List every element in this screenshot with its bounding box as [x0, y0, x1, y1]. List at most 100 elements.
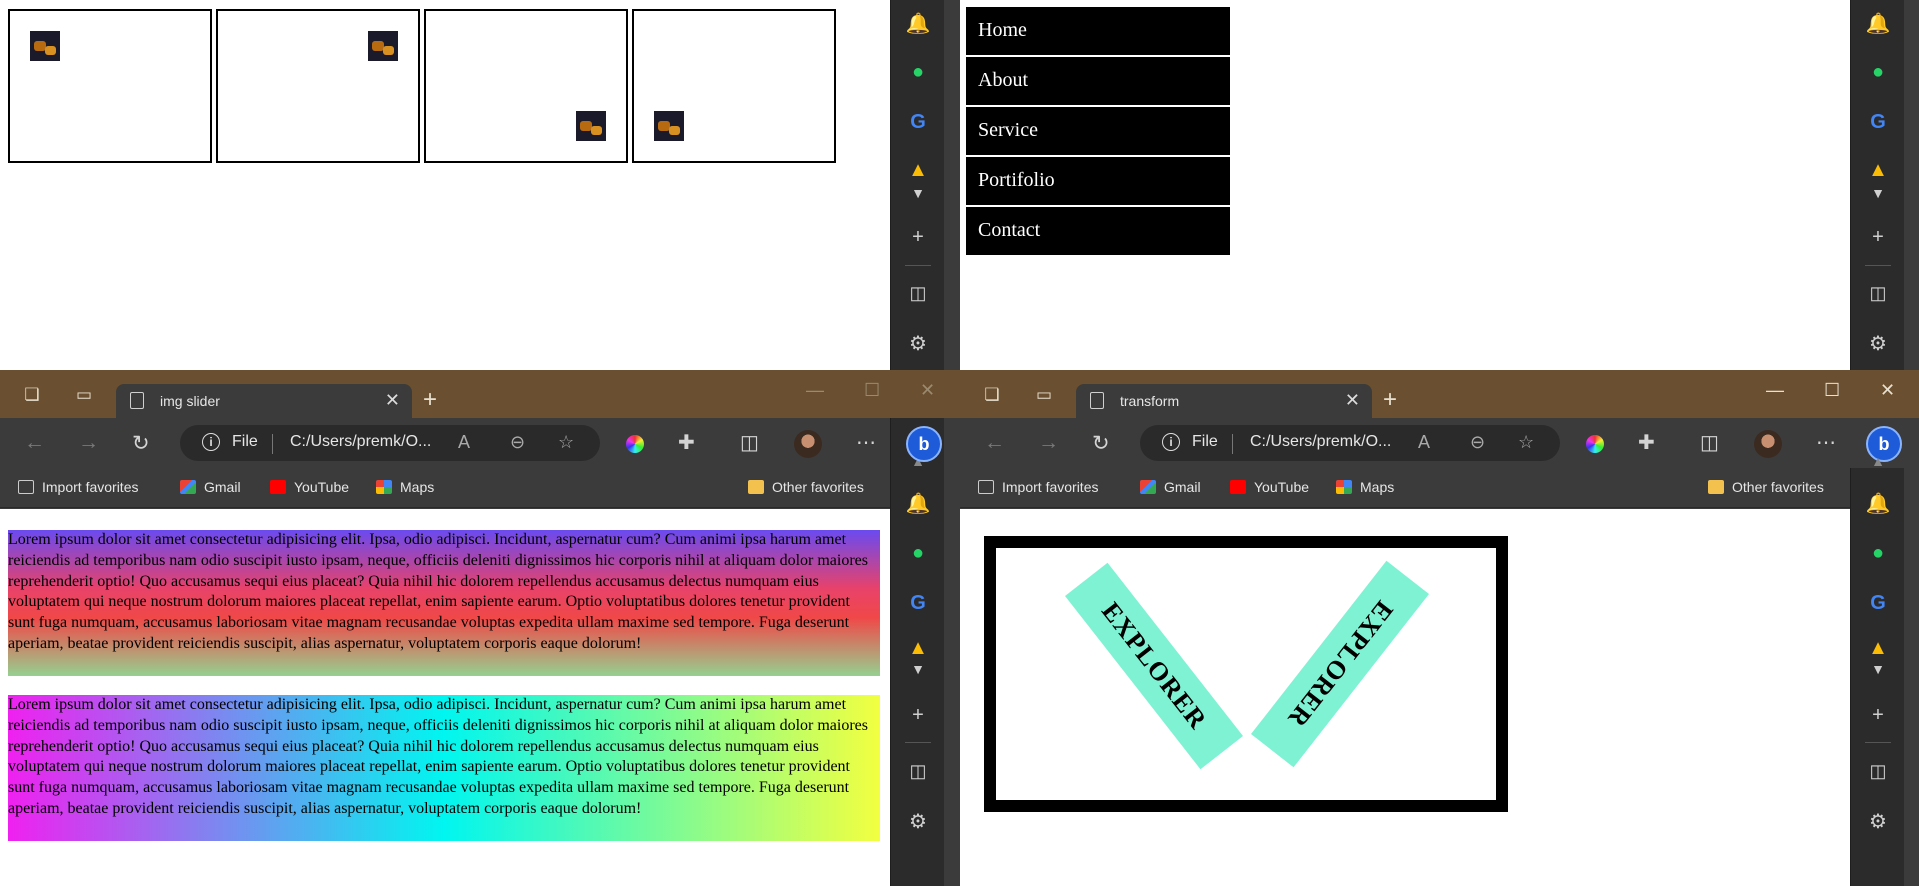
whatsapp-icon[interactable]: ●: [903, 538, 933, 568]
import-icon: [978, 480, 994, 494]
settings-icon[interactable]: ⚙: [1863, 328, 1893, 358]
fav-gmail[interactable]: Gmail: [180, 479, 241, 495]
scroll-up-icon[interactable]: ▲: [1863, 446, 1893, 476]
tab-actions-icon[interactable]: ▭: [1032, 384, 1056, 406]
avatar[interactable]: [1754, 430, 1782, 458]
slide-image: [368, 31, 398, 61]
bell-icon[interactable]: 🔔: [1863, 488, 1893, 518]
workspaces-icon[interactable]: ❏: [980, 384, 1004, 406]
google-icon[interactable]: G: [903, 107, 933, 137]
split-screen-icon[interactable]: ◫: [903, 756, 933, 786]
folder-icon: [1708, 480, 1724, 494]
fav-maps-label: Maps: [400, 479, 435, 495]
new-tab-icon[interactable]: +: [1383, 386, 1397, 414]
forward-icon[interactable]: →: [78, 431, 99, 455]
zoom-out-icon[interactable]: ⊖: [510, 432, 525, 453]
nav-portfolio[interactable]: Portifolio: [966, 157, 1230, 205]
split-screen-icon[interactable]: ◫: [903, 278, 933, 308]
fav-other[interactable]: Other favorites: [748, 479, 864, 495]
tab-img-slider[interactable]: img slider ✕: [116, 384, 412, 418]
split-screen-icon[interactable]: ◫: [1700, 430, 1719, 455]
explorer-label-right: EXPLORER: [1251, 560, 1429, 768]
chevron-down-icon[interactable]: ▼: [903, 654, 933, 684]
slide-image: [576, 111, 606, 141]
tab-actions-icon[interactable]: ▭: [72, 384, 96, 406]
whatsapp-icon[interactable]: ●: [903, 57, 933, 87]
fav-gmail-label: Gmail: [204, 479, 241, 495]
more-icon[interactable]: ⋯: [856, 430, 876, 455]
google-icon[interactable]: G: [1863, 588, 1893, 618]
nav-contact[interactable]: Contact: [966, 207, 1230, 255]
settings-icon[interactable]: ⚙: [903, 806, 933, 836]
extensions-icon[interactable]: ✚: [1638, 430, 1655, 455]
nav-home[interactable]: Home: [966, 7, 1230, 55]
chevron-down-icon[interactable]: ▼: [1863, 654, 1893, 684]
google-icon[interactable]: G: [1863, 107, 1893, 137]
refresh-icon[interactable]: ↻: [132, 431, 150, 456]
split-screen-icon[interactable]: ◫: [1863, 278, 1893, 308]
more-icon[interactable]: ⋯: [1816, 430, 1836, 455]
sidebar-divider: [1865, 265, 1891, 266]
url-field[interactable]: i File C:/Users/premk/O... A ⊖ ☆: [1140, 425, 1560, 461]
split-screen-icon[interactable]: ◫: [740, 430, 759, 455]
nav-service[interactable]: Service: [966, 107, 1230, 155]
fav-gmail[interactable]: Gmail: [1140, 479, 1201, 495]
chevron-down-icon[interactable]: ▼: [903, 178, 933, 208]
avatar[interactable]: [794, 430, 822, 458]
bell-icon[interactable]: 🔔: [1863, 8, 1893, 38]
fav-youtube[interactable]: YouTube: [270, 479, 349, 495]
slide-box: [424, 9, 628, 163]
nav-about[interactable]: About: [966, 57, 1230, 105]
minimize-icon[interactable]: —: [806, 380, 824, 401]
plus-icon[interactable]: +: [903, 700, 933, 730]
read-aloud-icon[interactable]: A: [1418, 432, 1430, 453]
plus-icon[interactable]: +: [1863, 222, 1893, 252]
favorite-star-icon[interactable]: ☆: [1518, 432, 1534, 453]
forward-icon[interactable]: →: [1038, 431, 1059, 455]
fav-maps[interactable]: Maps: [376, 479, 434, 495]
chevron-down-icon[interactable]: ▼: [1863, 178, 1893, 208]
fav-import[interactable]: Import favorites: [978, 479, 1098, 495]
fav-maps[interactable]: Maps: [1336, 479, 1394, 495]
tab-transform[interactable]: transform ✕: [1076, 384, 1372, 418]
back-icon[interactable]: ←: [24, 431, 45, 455]
split-screen-icon[interactable]: ◫: [1863, 756, 1893, 786]
file-label: File: [1192, 433, 1218, 450]
google-icon[interactable]: G: [903, 588, 933, 618]
close-window-icon[interactable]: ✕: [920, 380, 935, 401]
info-icon[interactable]: i: [1162, 433, 1180, 451]
fav-youtube[interactable]: YouTube: [1230, 479, 1309, 495]
close-window-icon[interactable]: ✕: [1880, 380, 1895, 401]
read-aloud-icon[interactable]: A: [458, 432, 470, 453]
bell-icon[interactable]: 🔔: [903, 8, 933, 38]
plus-icon[interactable]: +: [1863, 700, 1893, 730]
close-tab-icon[interactable]: ✕: [1345, 390, 1360, 411]
bell-icon[interactable]: 🔔: [903, 488, 933, 518]
extension-color-icon[interactable]: [626, 435, 644, 453]
extensions-icon[interactable]: ✚: [678, 430, 695, 455]
whatsapp-icon[interactable]: ●: [1863, 538, 1893, 568]
fav-gmail-label: Gmail: [1164, 479, 1201, 495]
maximize-icon[interactable]: ☐: [864, 380, 880, 401]
favorite-star-icon[interactable]: ☆: [558, 432, 574, 453]
fav-other[interactable]: Other favorites: [1708, 479, 1824, 495]
new-tab-icon[interactable]: +: [423, 386, 437, 414]
zoom-out-icon[interactable]: ⊖: [1470, 432, 1485, 453]
back-icon[interactable]: ←: [984, 431, 1005, 455]
plus-icon[interactable]: +: [903, 222, 933, 252]
refresh-icon[interactable]: ↻: [1092, 431, 1110, 456]
minimize-icon[interactable]: —: [1766, 380, 1784, 401]
url-field[interactable]: i File C:/Users/premk/O... A ⊖ ☆: [180, 425, 600, 461]
fav-import[interactable]: Import favorites: [18, 479, 138, 495]
extension-color-icon[interactable]: [1586, 435, 1604, 453]
settings-icon[interactable]: ⚙: [1863, 806, 1893, 836]
workspaces-icon[interactable]: ❏: [20, 384, 44, 406]
settings-icon[interactable]: ⚙: [903, 328, 933, 358]
whatsapp-icon[interactable]: ●: [1863, 57, 1893, 87]
close-tab-icon[interactable]: ✕: [385, 390, 400, 411]
info-icon[interactable]: i: [202, 433, 220, 451]
page-icon: [130, 392, 144, 409]
maximize-icon[interactable]: ☐: [1824, 380, 1840, 401]
bing-copilot-icon[interactable]: b: [906, 426, 942, 462]
fav-youtube-label: YouTube: [1254, 479, 1310, 495]
